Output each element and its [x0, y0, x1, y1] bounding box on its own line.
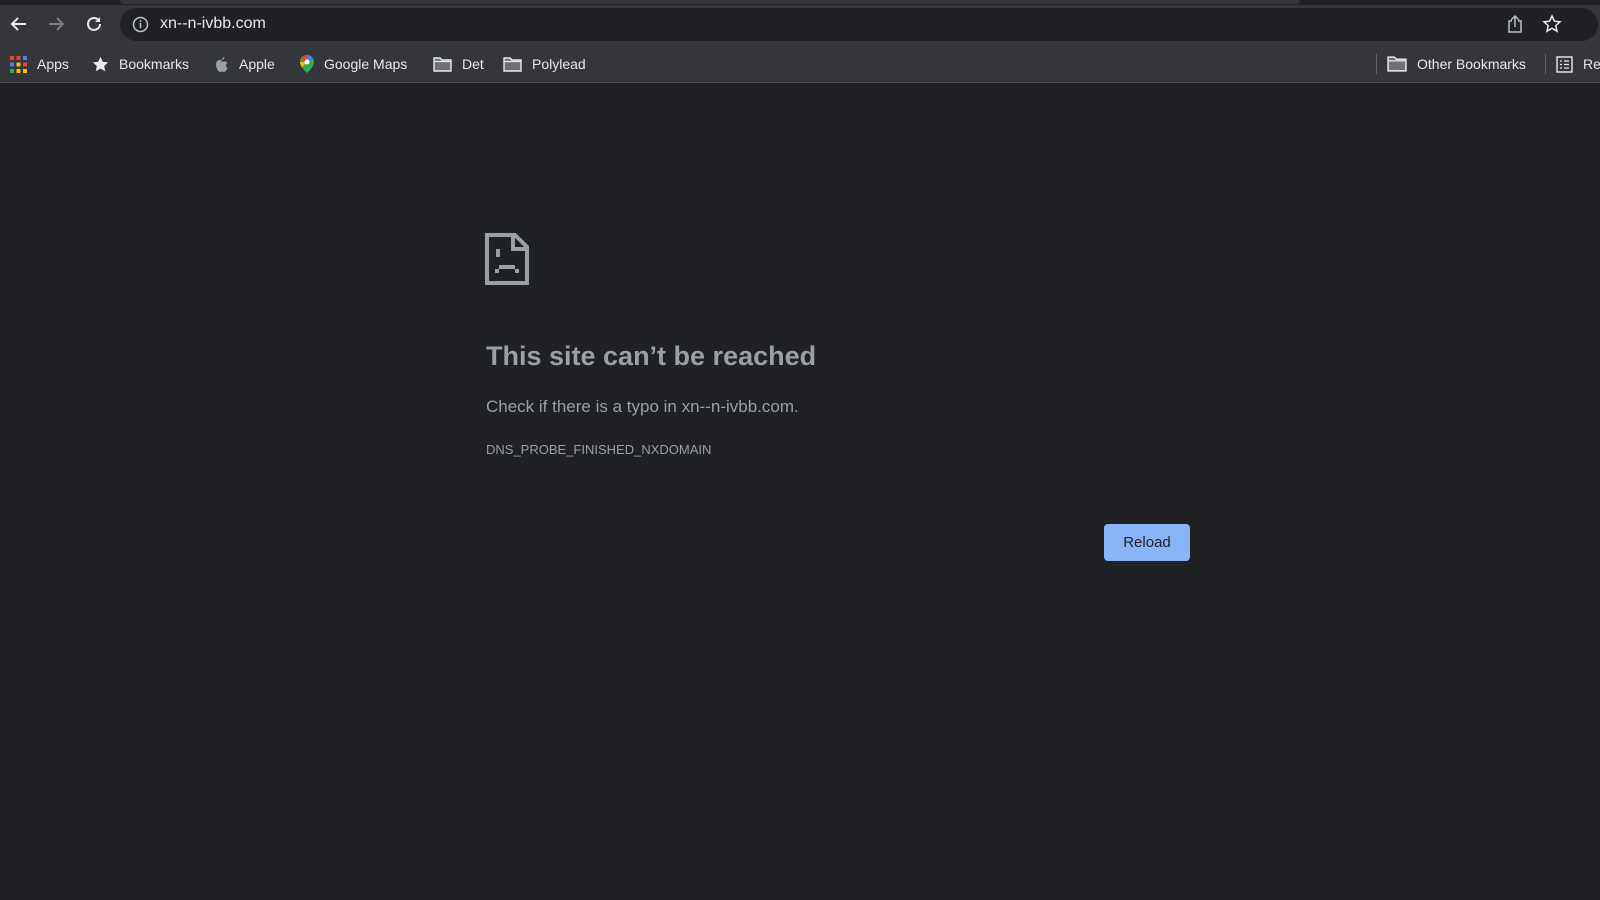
bookmark-label: Apps: [37, 56, 69, 72]
apple-icon: [216, 56, 228, 72]
bookmark-star-icon[interactable]: [1542, 14, 1562, 34]
folder-icon: [433, 56, 452, 72]
active-tab[interactable]: [120, 0, 1300, 4]
share-icon[interactable]: [1506, 14, 1524, 34]
bookmarks-bar: Apps Bookmarks Apple Google Maps Det Pol…: [0, 46, 1600, 83]
bookmark-google-maps[interactable]: Google Maps: [300, 46, 407, 82]
bookmark-det[interactable]: Det: [433, 46, 484, 82]
bookmark-label: Apple: [239, 56, 275, 72]
other-bookmarks-button[interactable]: Other Bookmarks: [1387, 46, 1526, 82]
back-button[interactable]: [5, 10, 33, 38]
address-bar[interactable]: xn--n-ivbb.com: [120, 8, 1598, 41]
bookmark-label: Det: [462, 56, 484, 72]
bookmarks-separator: [1545, 54, 1546, 74]
apps-grid-icon: [10, 55, 27, 73]
error-page: This site can’t be reached Check if ther…: [0, 83, 1600, 900]
forward-button[interactable]: [42, 10, 70, 38]
bookmark-bookmarks[interactable]: Bookmarks: [92, 46, 189, 82]
bookmark-label: Polylead: [532, 56, 586, 72]
folder-icon: [1387, 56, 1407, 72]
bookmark-label: Google Maps: [324, 56, 408, 72]
info-icon[interactable]: [132, 16, 149, 33]
bookmark-label: Bookmarks: [119, 56, 190, 72]
sad-page-icon: [485, 233, 529, 285]
bookmarks-separator: [1376, 54, 1377, 74]
browser-toolbar: xn--n-ivbb.com: [0, 5, 1600, 46]
bookmark-apps[interactable]: Apps: [10, 46, 69, 82]
reading-list-button[interactable]: Re: [1556, 46, 1600, 82]
bookmark-apple[interactable]: Apple: [215, 46, 275, 82]
other-bookmarks-label: Other Bookmarks: [1417, 56, 1526, 72]
arrow-left-icon: [10, 17, 26, 31]
reload-button[interactable]: Reload: [1104, 524, 1190, 561]
error-message: Check if there is a typo in xn--n-ivbb.c…: [486, 397, 799, 416]
error-code: DNS_PROBE_FINISHED_NXDOMAIN: [486, 442, 712, 457]
maps-pin-icon: [300, 55, 314, 73]
url-text[interactable]: xn--n-ivbb.com: [160, 15, 266, 33]
star-icon: [92, 56, 109, 71]
folder-icon: [503, 56, 522, 72]
arrow-right-icon: [49, 17, 65, 31]
reading-list-label: Re: [1583, 56, 1600, 72]
reload-nav-button[interactable]: [80, 10, 108, 38]
reading-list-icon: [1556, 55, 1573, 73]
bookmark-polylead[interactable]: Polylead: [503, 46, 586, 82]
refresh-icon: [87, 16, 101, 31]
error-title: This site can’t be reached: [486, 341, 817, 371]
